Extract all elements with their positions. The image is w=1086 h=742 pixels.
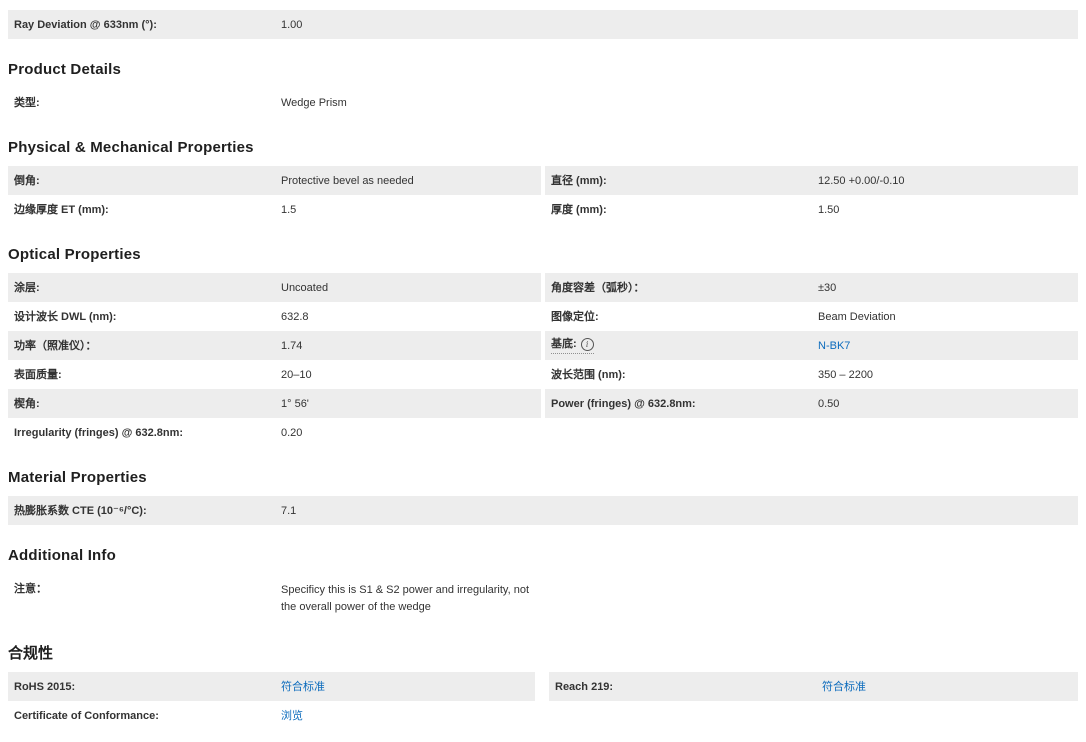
spec-row: 设计波长 DWL (nm): 632.8 图像定位: Beam Deviatio…: [8, 302, 1078, 331]
spec-label: 涂层:: [8, 281, 281, 295]
spec-value: 632.8: [281, 310, 309, 324]
compliance-table: RoHS 2015: 符合标准 Reach 219: 符合标准 Certific…: [8, 672, 1078, 730]
spec-value: 1.50: [818, 203, 839, 217]
column-divider: [535, 672, 549, 701]
section-title-optical: Optical Properties: [8, 247, 1078, 263]
section-title-additional: Additional Info: [8, 548, 1078, 564]
spec-label: 倒角:: [8, 174, 281, 188]
spec-label: 波长范围 (nm):: [545, 368, 818, 382]
spec-row-ray-deviation: Ray Deviation @ 633nm (°): 1.00: [8, 10, 1078, 39]
spec-row: 涂层: Uncoated 角度容差（弧秒）： ±30: [8, 273, 1078, 302]
compliance-row: Certificate of Conformance: 浏览: [8, 701, 1078, 730]
empty-cell: [545, 418, 1078, 447]
spec-label: 热膨胀系数 CTE (10⁻⁶/°C):: [8, 504, 281, 518]
section-title-material: Material Properties: [8, 470, 1078, 486]
spec-label: 楔角:: [8, 397, 281, 411]
rohs-status-link[interactable]: 符合标准: [281, 680, 325, 694]
spec-value: 20–10: [281, 368, 312, 382]
spec-value: 1.5: [281, 203, 296, 217]
optical-table: 涂层: Uncoated 角度容差（弧秒）： ±30 设计波长 DWL (nm)…: [8, 273, 1078, 447]
spec-value: Beam Deviation: [818, 310, 896, 324]
spec-value: Wedge Prism: [281, 96, 347, 110]
spec-row-type: 类型: Wedge Prism: [8, 88, 1078, 117]
spec-row-cte: 热膨胀系数 CTE (10⁻⁶/°C): 7.1: [8, 496, 1078, 525]
spec-label: Irregularity (fringes) @ 632.8nm:: [8, 426, 281, 440]
spec-row: 楔角: 1° 56' Power (fringes) @ 632.8nm: 0.…: [8, 389, 1078, 418]
spec-value: 7.1: [281, 504, 296, 518]
spec-row: 边缘厚度 ET (mm): 1.5 厚度 (mm): 1.50: [8, 195, 1078, 224]
spec-label: 表面质量:: [8, 368, 281, 382]
spec-label: 类型:: [8, 96, 281, 110]
spec-label: Ray Deviation @ 633nm (°):: [8, 18, 281, 32]
reach-status-link[interactable]: 符合标准: [822, 680, 866, 694]
spec-value: Protective bevel as needed: [281, 174, 414, 188]
spec-label: 直径 (mm):: [545, 174, 818, 188]
spec-value: 1.00: [281, 18, 302, 32]
spec-row: 表面质量: 20–10 波长范围 (nm): 350 – 2200: [8, 360, 1078, 389]
spec-label: Power (fringes) @ 632.8nm:: [545, 397, 818, 411]
rohs-label: RoHS 2015:: [8, 680, 281, 694]
spec-value: 1° 56': [281, 397, 309, 411]
spec-label: 图像定位:: [545, 310, 818, 324]
spec-value: 350 – 2200: [818, 368, 873, 382]
substrate-label: 基底: i: [545, 337, 818, 354]
spec-page: Ray Deviation @ 633nm (°): 1.00 Product …: [0, 0, 1086, 742]
spec-label: 注意：: [8, 574, 281, 604]
spec-label: 基底:: [551, 337, 577, 351]
spec-row-note: 注意： Specificy this is S1 & S2 power and …: [8, 574, 1078, 623]
spec-row: 倒角: Protective bevel as needed 直径 (mm): …: [8, 166, 1078, 195]
substrate-link[interactable]: N-BK7: [818, 339, 850, 353]
spec-label: 设计波长 DWL (nm):: [8, 310, 281, 324]
spec-value: 0.50: [818, 397, 839, 411]
spec-label: 角度容差（弧秒）：: [545, 281, 818, 295]
section-title-compliance: 合规性: [8, 646, 1078, 662]
spec-label: 厚度 (mm):: [545, 203, 818, 217]
info-icon[interactable]: i: [581, 338, 594, 351]
section-title-physical: Physical & Mechanical Properties: [8, 140, 1078, 156]
spec-value: 1.74: [281, 339, 302, 353]
section-title-product-details: Product Details: [8, 62, 1078, 78]
spec-value: 12.50 +0.00/-0.10: [818, 174, 905, 188]
certificate-label: Certificate of Conformance:: [8, 709, 281, 723]
reach-label: Reach 219:: [549, 680, 822, 694]
certificate-browse-link[interactable]: 浏览: [281, 709, 303, 723]
spec-label: 边缘厚度 ET (mm):: [8, 203, 281, 217]
spec-value: 0.20: [281, 426, 302, 440]
spec-row: 功率（照准仪）： 1.74 基底: i N-BK7: [8, 331, 1078, 360]
spec-value: ±30: [818, 281, 836, 295]
spec-row: Irregularity (fringes) @ 632.8nm: 0.20: [8, 418, 1078, 447]
spec-value: Uncoated: [281, 281, 328, 295]
note-text: Specificy this is S1 & S2 power and irre…: [281, 574, 541, 623]
spec-label: 功率（照准仪）：: [8, 339, 281, 353]
compliance-row: RoHS 2015: 符合标准 Reach 219: 符合标准: [8, 672, 1078, 701]
physical-table: 倒角: Protective bevel as needed 直径 (mm): …: [8, 166, 1078, 224]
